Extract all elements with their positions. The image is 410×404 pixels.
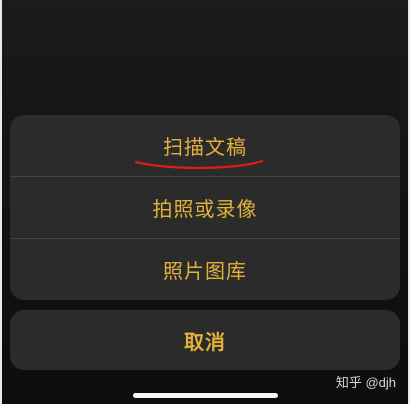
frame-edge xyxy=(0,0,2,404)
photo-library-button[interactable]: 照片图库 xyxy=(10,239,400,300)
scan-documents-label: 扫描文稿 xyxy=(163,135,247,159)
cancel-label: 取消 xyxy=(184,329,226,354)
watermark: 知乎 @djh xyxy=(335,375,396,390)
scan-documents-button[interactable]: 扫描文稿 xyxy=(10,115,400,176)
action-sheet: 扫描文稿 拍照或录像 照片图库 xyxy=(10,115,400,300)
photo-library-label: 照片图库 xyxy=(163,259,247,283)
take-photo-or-video-label: 拍照或录像 xyxy=(152,197,258,221)
take-photo-or-video-button[interactable]: 拍照或录像 xyxy=(10,177,400,238)
home-indicator[interactable] xyxy=(133,393,278,398)
cancel-button[interactable]: 取消 xyxy=(10,310,400,370)
screen: 扫描文稿 拍照或录像 照片图库 取消 知乎 @djh xyxy=(0,0,410,404)
